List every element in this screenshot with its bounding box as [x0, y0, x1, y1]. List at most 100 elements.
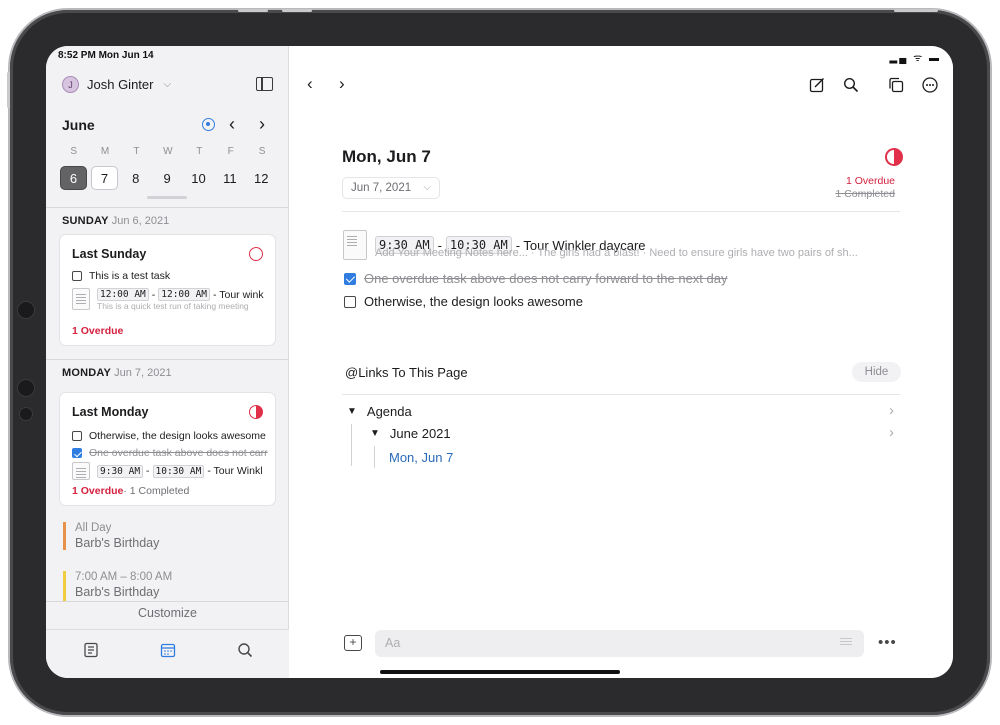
- task-text: Otherwise, the design looks awesome: [364, 294, 583, 309]
- completed-count: · 1 Completed: [123, 485, 190, 497]
- backlink-mon-jun-7[interactable]: Mon, Jun 7: [389, 450, 453, 465]
- date-pill-label: Jun 7, 2021: [351, 182, 412, 194]
- camera-dot: [20, 408, 32, 420]
- chevron-right-icon[interactable]: ›: [889, 402, 894, 419]
- status-icons: ▂▄ ᯤ ▬: [889, 53, 941, 64]
- task-text: Otherwise, the design looks awesome: [89, 430, 266, 442]
- event-title: Barb's Birthday: [75, 585, 160, 599]
- meeting-title: - Tour Winkl: [207, 465, 263, 477]
- time-chip: 12:00 AM: [97, 288, 149, 301]
- day-header-weekday: SUNDAY: [62, 215, 109, 227]
- calendar-day[interactable]: 9: [151, 166, 182, 190]
- tree-guide: [374, 446, 375, 468]
- search-icon[interactable]: [843, 77, 859, 98]
- camera-dot: [18, 302, 34, 318]
- note-icon: [72, 288, 90, 310]
- meeting-notes: Add Your Meeting Notes here... · The gir…: [375, 247, 858, 259]
- time-chip: 10:30 AM: [152, 464, 205, 478]
- overdue-count: 1 Overdue: [72, 485, 124, 497]
- date-picker[interactable]: Jun 7, 2021 ⌵: [342, 177, 440, 199]
- today-target-icon[interactable]: [202, 118, 215, 131]
- notes-tab-icon[interactable]: [83, 642, 99, 663]
- hide-button[interactable]: Hide: [852, 362, 901, 382]
- checkbox-icon[interactable]: [72, 431, 82, 441]
- overdue-count: 1 Overdue: [845, 175, 895, 187]
- week-strip: 6 7 8 9 10 11 12: [58, 166, 278, 190]
- compose-icon[interactable]: [809, 77, 825, 98]
- disclosure-triangle-icon[interactable]: ▼: [370, 428, 380, 439]
- card-title: Last Sunday: [72, 247, 147, 261]
- chevron-right-icon[interactable]: ›: [889, 424, 894, 441]
- weekday-label: F: [227, 146, 234, 157]
- chevron-right-icon[interactable]: ›: [259, 114, 265, 135]
- event-time: All Day: [75, 522, 112, 534]
- calendar-day[interactable]: 12: [246, 166, 277, 190]
- month-label: June: [62, 117, 95, 133]
- checkbox-checked-icon[interactable]: [344, 272, 356, 285]
- weekday-row: S M T W T F S: [58, 146, 278, 157]
- drag-lines-icon: [840, 641, 852, 642]
- weekday-label: T: [196, 146, 203, 157]
- checkbox-icon[interactable]: [72, 271, 82, 281]
- back-chevron-icon[interactable]: ‹: [307, 74, 313, 94]
- forward-chevron-icon[interactable]: ›: [339, 74, 345, 94]
- meeting-row: 9:30 AM - 10:30 AM - Tour Winkl: [72, 462, 263, 480]
- weekday-label: T: [133, 146, 140, 157]
- day-header-weekday: MONDAY: [62, 367, 112, 379]
- account-switcher[interactable]: J Josh Ginter ⌵: [62, 76, 171, 93]
- calendar-day-today[interactable]: 7: [91, 166, 118, 190]
- tree-label: Agenda: [366, 404, 412, 419]
- calendar-day-selected[interactable]: 6: [60, 166, 87, 190]
- weekday-label: S: [258, 146, 266, 157]
- more-circle-icon[interactable]: [922, 77, 938, 98]
- task-text: One overdue task above does not carr: [89, 447, 268, 459]
- meeting-title: - Tour wink: [213, 288, 264, 301]
- completed-count: 1 Completed: [835, 188, 895, 200]
- user-name: Josh Ginter: [87, 77, 154, 92]
- task-text: One overdue task above does not carry fo…: [364, 271, 728, 286]
- day-card[interactable]: Last Monday Otherwise, the design looks …: [60, 393, 275, 505]
- composer-input[interactable]: Aa: [375, 630, 864, 657]
- search-tab-icon[interactable]: [237, 642, 253, 663]
- divider: [46, 601, 289, 602]
- day-card[interactable]: Last Sunday This is a test task 12:00 AM…: [60, 235, 275, 345]
- calendar-event[interactable]: 7:00 AM – 8:00 AM Barb's Birthday: [63, 571, 172, 601]
- calendar-day[interactable]: 11: [214, 166, 245, 190]
- meeting-row: 12:00 AM - 12:00 AM - Tour wink This is …: [72, 288, 264, 311]
- chevron-left-icon[interactable]: ‹: [229, 114, 235, 135]
- avatar: J: [62, 76, 79, 93]
- card-title: Last Monday: [72, 405, 149, 419]
- add-block-icon[interactable]: +: [344, 635, 362, 651]
- calendar-day[interactable]: 10: [183, 166, 214, 190]
- task-row: Otherwise, the design looks awesome: [72, 430, 266, 442]
- calendar-expand-handle[interactable]: [147, 196, 187, 199]
- more-icon[interactable]: •••: [878, 634, 897, 651]
- card-summary: 1 Overdue: [72, 325, 123, 337]
- note-icon: [343, 230, 367, 260]
- sidebar-toggle-icon[interactable]: [256, 77, 273, 91]
- tree-item-agenda[interactable]: ▼ Agenda: [347, 404, 412, 419]
- disclosure-triangle-icon[interactable]: ▼: [347, 406, 357, 417]
- status-half-icon: [885, 148, 903, 166]
- tree-guide: [351, 424, 352, 466]
- calendar-tab-icon[interactable]: [160, 642, 176, 663]
- checkbox-checked-icon[interactable]: [72, 448, 82, 458]
- time-chip: 12:00 AM: [158, 288, 211, 301]
- duplicate-icon[interactable]: [888, 77, 904, 98]
- calendar-event[interactable]: All Day Barb's Birthday: [63, 522, 159, 550]
- day-header: MONDAY Jun 7, 2021: [62, 367, 172, 379]
- camera-dot: [18, 380, 34, 396]
- tree-item-june-2021[interactable]: ▼ June 2021: [370, 426, 451, 441]
- overdue-count: 1 Overdue: [72, 325, 124, 337]
- calendar-day[interactable]: 8: [120, 166, 151, 190]
- side-button: [7, 72, 10, 108]
- divider: [342, 394, 900, 395]
- time-dash: -: [151, 288, 156, 301]
- task-row: This is a test task: [72, 270, 170, 282]
- tree-label: June 2021: [389, 426, 451, 441]
- task-row: Otherwise, the design looks awesome: [344, 294, 583, 309]
- page-title: Mon, Jun 7: [342, 147, 431, 166]
- status-empty-icon: [249, 247, 263, 261]
- checkbox-icon[interactable]: [344, 295, 356, 308]
- customize-button[interactable]: Customize: [46, 606, 289, 620]
